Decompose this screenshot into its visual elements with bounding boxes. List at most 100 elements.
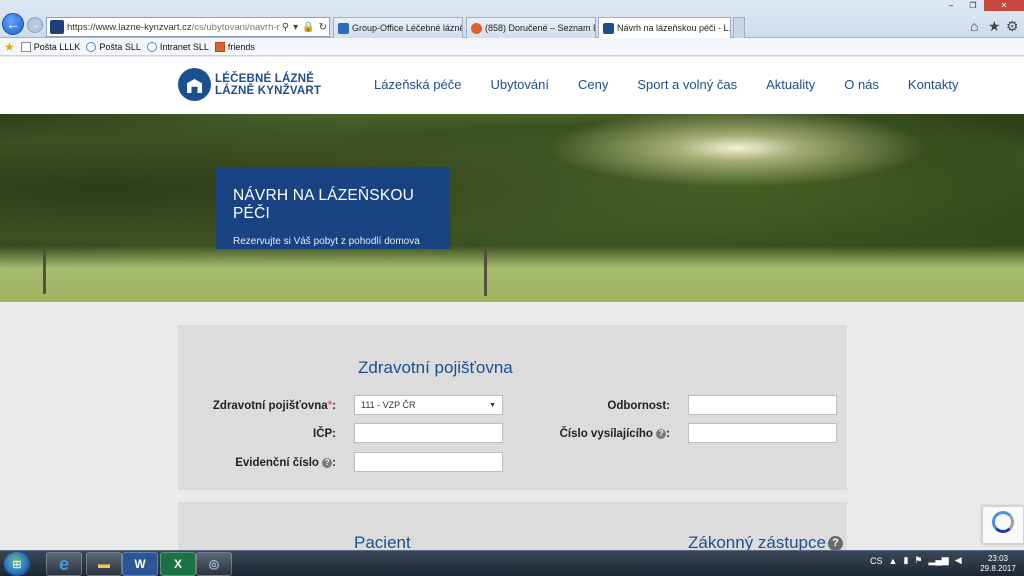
browser-toolbar: – ❐ ✕ ← → https://www.lazne-kynzvart.cz/… (0, 0, 1024, 38)
favorite-label: Intranet SLL (159, 41, 209, 52)
browser-tab-active[interactable]: Návrh na lázeňskou péči - L... ✕ (598, 17, 731, 38)
insurance-selected-value: 111 - VZP ČR (361, 400, 416, 410)
system-tray: CS ▲ ▮ ⚑ ▂▄▆ ◀ (870, 555, 968, 566)
lamp-post (43, 249, 46, 294)
start-button[interactable]: ⊞ (4, 552, 30, 576)
favorite-link[interactable]: Pošta LLLK (20, 41, 81, 52)
favorites-bar: ★ Pošta LLLK Pošta SLL Intranet SLL frie… (0, 38, 1024, 56)
help-icon[interactable]: ? (827, 536, 843, 552)
ie-page-icon (86, 41, 97, 52)
app-taskbar-icon[interactable]: ◎ (196, 552, 232, 576)
ie-page-icon (146, 41, 157, 52)
lamp-post (484, 246, 487, 296)
sender-number-label-text: Číslo vysílajícího (559, 428, 653, 440)
favorites-star-icon[interactable]: ★ (988, 18, 1001, 35)
word-taskbar-icon[interactable]: W (122, 552, 158, 576)
url-path: /cs/ubytovani/navrh-na-lazer (191, 21, 280, 33)
forward-button[interactable]: → (27, 17, 43, 33)
help-icon[interactable]: ? (322, 457, 333, 468)
logo-line: LÉČEBNÉ LÁZNĚ (215, 72, 315, 85)
back-button[interactable]: ← (2, 13, 24, 35)
favorite-label: Pošta SLL (99, 41, 141, 52)
nav-item-about[interactable]: O nás (844, 77, 879, 92)
address-url: https://www.lazne-kynzvart.cz/cs/ubytova… (67, 22, 280, 33)
recaptcha-badge[interactable] (982, 506, 1024, 544)
specialty-input[interactable] (688, 395, 837, 415)
dropdown-arrow-icon[interactable]: ▾ (293, 22, 298, 33)
address-bar[interactable]: https://www.lazne-kynzvart.cz/cs/ubytova… (46, 17, 330, 37)
tab-label: Group-Office Léčebné lázně Lá... (352, 23, 463, 33)
maximize-button[interactable]: ❐ (962, 0, 984, 11)
nav-item-spa-care[interactable]: Lázeňská péče (374, 77, 461, 92)
url-host: https://www.lazne-kynzvart.cz (67, 21, 192, 33)
logo-line: LÁZNĚ KYNŽVART (215, 84, 322, 97)
favorite-label: friends (227, 41, 255, 52)
specialty-label: Odbornost: (607, 400, 670, 412)
flag-icon[interactable]: ⚑ (914, 555, 922, 566)
excel-taskbar-icon[interactable]: X (160, 552, 196, 576)
hero-banner: NÁVRH NA LÁZEŇSKOU PÉČI Rezervujte si Vá… (0, 114, 1024, 302)
tab-label: (858) Doručené – Seznam Email (485, 23, 595, 33)
nav-item-contacts[interactable]: Kontakty (908, 77, 959, 92)
clock[interactable]: 23:03 29.8.2017 (978, 554, 1018, 574)
volume-icon[interactable]: ◀ (955, 555, 962, 566)
logo-house-icon (178, 68, 211, 101)
site-header: LÉČEBNÉ LÁZNĚ LÁZNĚ KYNŽVART Lázeňská pé… (0, 57, 1024, 114)
site-favicon-icon (50, 20, 64, 34)
recaptcha-icon (992, 511, 1014, 533)
language-indicator[interactable]: CS (870, 556, 883, 566)
registration-number-input[interactable] (354, 452, 503, 472)
insurance-section: Zdravotní pojišťovna Zdravotní pojišťovn… (178, 325, 847, 490)
network-signal-icon[interactable]: ▂▄▆ (928, 555, 948, 566)
favorite-link[interactable]: Intranet SLL (146, 41, 209, 52)
insurance-label: Zdravotní pojišťovna*: (213, 400, 336, 412)
internet-explorer-taskbar-icon[interactable]: e (46, 552, 82, 576)
lock-icon[interactable]: 🔒 (302, 22, 314, 33)
label-colon: : (332, 400, 336, 412)
main-navigation: Lázeňská péče Ubytování Ceny Sport a vol… (374, 77, 959, 92)
windows-taskbar: ⊞ e ▬ W X ◎ CS ▲ ▮ ⚑ ▂▄▆ ◀ 23:03 29.8.20… (0, 550, 1024, 576)
browser-tab[interactable]: Group-Office Léčebné lázně Lá... (333, 17, 463, 38)
refresh-icon[interactable]: ↻ (319, 22, 327, 33)
show-hidden-icons-icon[interactable]: ▲ (889, 556, 898, 566)
home-icon[interactable]: ⌂ (970, 18, 978, 34)
minimize-button[interactable]: – (940, 0, 962, 11)
icp-label: IČP: (313, 428, 336, 440)
tab-label: Návrh na lázeňskou péči - L... (617, 23, 731, 33)
clock-date: 29.8.2017 (980, 564, 1016, 573)
icp-input[interactable] (354, 423, 503, 443)
sender-number-label: Číslo vysílajícího ?: (560, 428, 670, 440)
tab-favicon-icon (603, 22, 614, 34)
add-favorite-star-icon[interactable]: ★ (4, 40, 15, 54)
registration-number-label-text: Evidenční číslo (235, 457, 319, 469)
file-explorer-taskbar-icon[interactable]: ▬ (86, 552, 122, 576)
insurance-select[interactable]: 111 - VZP ČR ▼ (354, 395, 503, 415)
label-colon: : (666, 428, 670, 440)
favorite-link[interactable]: Pošta SLL (86, 41, 141, 52)
help-icon[interactable]: ? (656, 428, 667, 439)
close-window-button[interactable]: ✕ (984, 0, 1024, 11)
search-icon[interactable]: ⚲ (282, 22, 289, 33)
sender-number-input[interactable] (688, 423, 837, 443)
favorite-link[interactable]: friends (214, 41, 255, 52)
tab-favicon-icon (471, 22, 482, 34)
logo-text: LÉČEBNÉ LÁZNĚ LÁZNĚ KYNŽVART (215, 73, 321, 97)
section-title-insurance: Zdravotní pojišťovna (358, 358, 513, 377)
browser-tab[interactable]: (858) Doručené – Seznam Email (466, 17, 596, 38)
page-icon (214, 41, 225, 52)
nav-item-accommodation[interactable]: Ubytování (490, 77, 549, 92)
device-icon[interactable]: ▮ (903, 555, 908, 566)
page-title: NÁVRH NA LÁZEŇSKOU PÉČI (233, 187, 415, 222)
page-icon (20, 41, 31, 52)
favorite-label: Pošta LLLK (33, 41, 81, 52)
new-tab-button[interactable] (733, 17, 745, 38)
nav-item-prices[interactable]: Ceny (578, 77, 608, 92)
chevron-down-icon: ▼ (489, 401, 496, 409)
nav-item-sport[interactable]: Sport a volný čas (637, 77, 737, 92)
registration-number-label: Evidenční číslo ?: (235, 457, 336, 469)
settings-gear-icon[interactable]: ⚙ (1006, 18, 1019, 35)
page-subtitle: Rezervujte si Váš pobyt z pohodlí domova (233, 236, 420, 247)
site-logo[interactable]: LÉČEBNÉ LÁZNĚ LÁZNĚ KYNŽVART (178, 68, 321, 101)
insurance-label-text: Zdravotní pojišťovna (212, 400, 328, 412)
nav-item-news[interactable]: Aktuality (766, 77, 815, 92)
